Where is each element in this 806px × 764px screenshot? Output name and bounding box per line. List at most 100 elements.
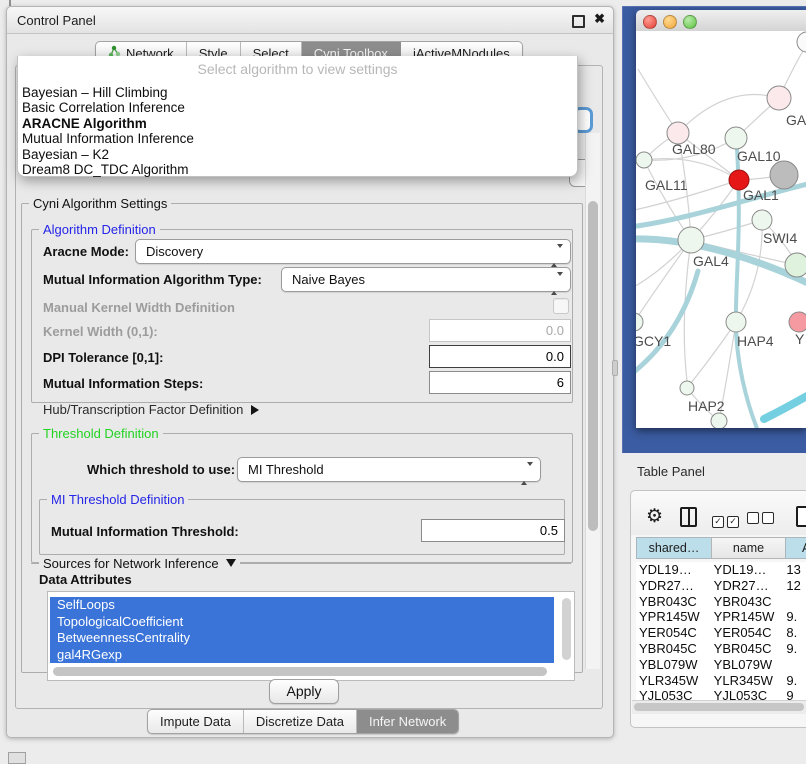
attribute-item[interactable]: gal4RGexp	[50, 647, 554, 664]
mi-threshold-field[interactable]	[421, 519, 565, 542]
mi-steps-field[interactable]	[429, 371, 571, 394]
table-row[interactable]: YBR043C YBR043C	[636, 594, 806, 610]
table-row[interactable]: YDR27… YDR27… 12	[636, 578, 806, 594]
cell[interactable]: YDL19…	[712, 562, 787, 578]
node[interactable]	[785, 253, 806, 277]
attribute-list-hscrollbar[interactable]	[53, 667, 547, 676]
node[interactable]	[711, 413, 727, 428]
network-canvas[interactable]: GAL7 GAL80 GAL10 GAL11 GAL1 SWI4 GAL4 GC…	[636, 31, 806, 428]
cell[interactable]: YBR043C	[712, 594, 787, 610]
close-traffic-light-icon[interactable]	[643, 15, 657, 29]
node-hap4[interactable]	[726, 312, 746, 332]
node-hap2[interactable]	[680, 381, 694, 395]
cell[interactable]: 9.	[786, 609, 806, 625]
dropdown-item[interactable]: Bayesian – Hill Climbing	[18, 85, 577, 100]
node-gcy1[interactable]	[636, 313, 643, 331]
minimized-panel-icon[interactable]	[8, 752, 26, 764]
node-pink[interactable]	[789, 312, 806, 332]
cell[interactable]: 8.	[786, 625, 806, 641]
table-row[interactable]: YDL19… YDL19… 13	[636, 562, 806, 578]
deselect-all-columns-icon[interactable]	[747, 511, 777, 529]
new-table-icon[interactable]	[796, 506, 806, 527]
settings-scrollbar-thumb[interactable]	[588, 201, 598, 531]
cell[interactable]: YJL053C	[636, 688, 712, 700]
panel-splitter-handle[interactable]	[612, 360, 618, 376]
cell[interactable]: YER054C	[636, 625, 712, 641]
node-gray[interactable]	[770, 161, 798, 189]
column-header-name[interactable]: name	[711, 537, 785, 559]
cell[interactable]: YBR045C	[712, 641, 787, 657]
which-threshold-select[interactable]: MI Threshold	[237, 457, 541, 482]
manual-kernel-width-checkbox[interactable]	[553, 298, 569, 314]
cell[interactable]: YJL053C	[712, 688, 787, 700]
zoom-traffic-light-icon[interactable]	[683, 15, 697, 29]
tab-discretize-data[interactable]: Discretize Data	[244, 710, 357, 733]
attribute-list-vscrollbar[interactable]	[562, 598, 571, 660]
attribute-item[interactable]: SelfLoops	[50, 597, 554, 614]
node-gal1[interactable]	[752, 210, 772, 230]
node-gal4[interactable]	[678, 227, 704, 253]
cell[interactable]: YLR345W	[712, 673, 787, 689]
dropdown-item-selected[interactable]: ARACNE Algorithm	[18, 116, 577, 131]
aracne-mode-select[interactable]: Discovery	[135, 239, 571, 264]
threshold-definition-title: Threshold Definition	[39, 426, 163, 441]
split-columns-icon[interactable]	[680, 507, 697, 527]
tab-impute-data[interactable]: Impute Data	[148, 710, 244, 733]
dropdown-item[interactable]: Dream8 DC_TDC Algorithm	[18, 162, 577, 177]
hub-transcription-factor-expander[interactable]: Hub/Transcription Factor Definition	[43, 402, 259, 417]
column-header-partial[interactable]: A	[785, 537, 806, 559]
node-gal10[interactable]	[725, 127, 747, 149]
select-all-columns-icon[interactable]: ✓✓	[712, 511, 742, 529]
mi-algorithm-type-select[interactable]: Naive Bayes	[281, 267, 571, 292]
gear-icon[interactable]: ⚙	[646, 505, 663, 528]
table-row[interactable]: YER054C YER054C 8.	[636, 625, 806, 641]
cell[interactable]: 9	[786, 688, 806, 700]
cell[interactable]: 9.	[786, 673, 806, 689]
minimize-traffic-light-icon[interactable]	[663, 15, 677, 29]
cell[interactable]	[786, 594, 806, 610]
cell[interactable]: YBR043C	[636, 594, 712, 610]
cell[interactable]: 13	[786, 562, 806, 578]
cell[interactable]: 12	[786, 578, 806, 594]
settings-scrollbar[interactable]	[585, 133, 600, 669]
tab-infer-network[interactable]: Infer Network	[357, 710, 458, 733]
table-hscrollbar-thumb[interactable]	[634, 703, 804, 711]
table-row[interactable]: YLR345W YLR345W 9.	[636, 673, 806, 689]
cell[interactable]: YBR045C	[636, 641, 712, 657]
attribute-item[interactable]: BetweennessCentrality	[50, 630, 554, 647]
control-panel-titlebar[interactable]: Control Panel ✖	[7, 7, 613, 34]
cell[interactable]: YPR145W	[636, 609, 712, 625]
apply-button[interactable]: Apply	[269, 679, 339, 704]
cell[interactable]	[786, 657, 806, 673]
cell[interactable]: YDL19…	[636, 562, 712, 578]
cell[interactable]: YBL079W	[712, 657, 787, 673]
node-gal7[interactable]	[767, 86, 791, 110]
column-header-shared-name[interactable]: shared…	[636, 537, 711, 559]
table-body[interactable]: YDL19… YDL19… 13 YDR27… YDR27… 12 YBR043…	[636, 562, 806, 700]
table-row[interactable]: YBR045C YBR045C 9.	[636, 641, 806, 657]
cell[interactable]: YDR27…	[712, 578, 787, 594]
cell[interactable]: YBL079W	[636, 657, 712, 673]
dropdown-item[interactable]: Mutual Information Inference	[18, 131, 577, 146]
close-icon[interactable]: ✖	[594, 11, 605, 27]
kernel-width-field[interactable]	[429, 319, 571, 342]
node[interactable]	[797, 32, 806, 52]
cell[interactable]: YDR27…	[636, 578, 712, 594]
table-row[interactable]: YPR145W YPR145W 9.	[636, 609, 806, 625]
node-gal11[interactable]	[636, 152, 652, 168]
dpi-tolerance-field[interactable]	[429, 345, 571, 368]
cell[interactable]: YPR145W	[712, 609, 787, 625]
data-attributes-list[interactable]: SelfLoops TopologicalCoefficient Between…	[47, 591, 575, 681]
dropdown-item[interactable]: Bayesian – K2	[18, 147, 577, 162]
dropdown-item[interactable]: Basic Correlation Inference	[18, 100, 577, 115]
cell[interactable]: YLR345W	[636, 673, 712, 689]
table-row[interactable]: YJL053C YJL053C 9	[636, 688, 806, 700]
float-window-icon[interactable]	[572, 15, 585, 28]
sources-title[interactable]: Sources for Network Inference	[39, 556, 240, 571]
network-window-titlebar[interactable]	[636, 10, 806, 32]
table-row[interactable]: YBL079W YBL079W	[636, 657, 806, 673]
attribute-item[interactable]: TopologicalCoefficient	[50, 614, 554, 631]
cell[interactable]: 9.	[786, 641, 806, 657]
table-hscrollbar[interactable]	[632, 700, 806, 714]
cell[interactable]: YER054C	[712, 625, 787, 641]
